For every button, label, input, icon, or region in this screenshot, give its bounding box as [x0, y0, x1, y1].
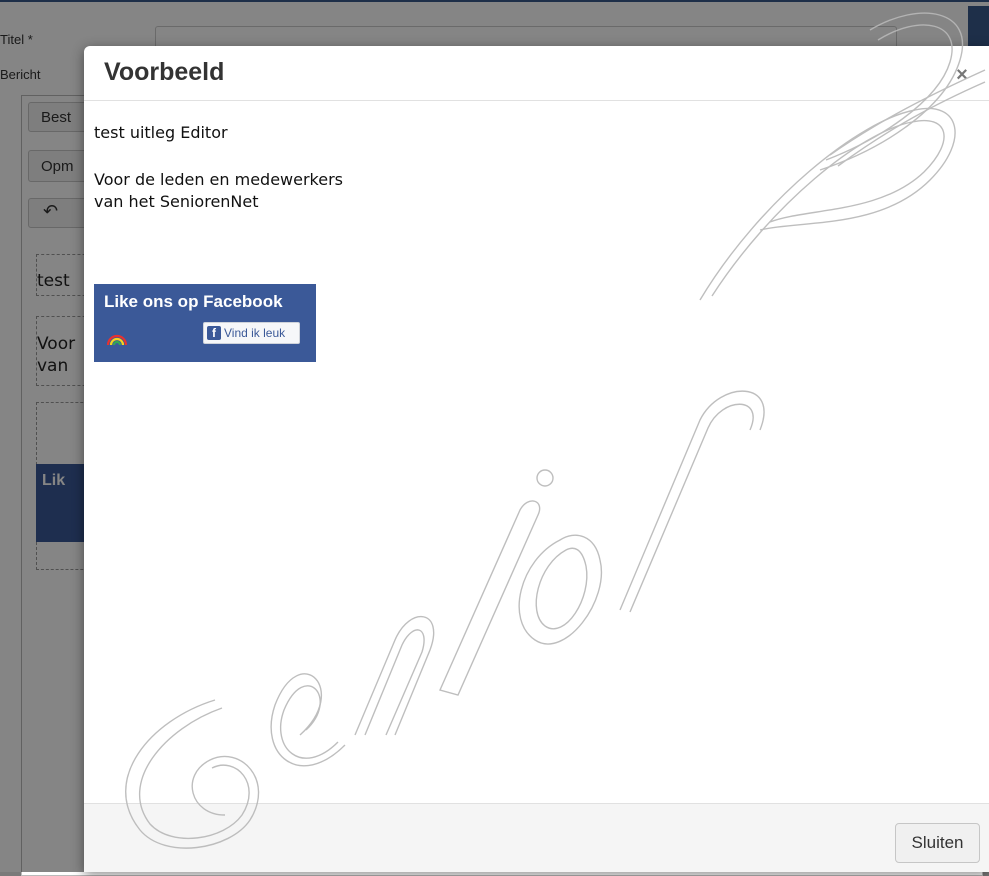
facebook-banner-title: Like ons op Facebook: [104, 292, 283, 311]
dialog-body: test uitleg Editor Voor de leden en mede…: [84, 101, 989, 803]
facebook-like-button[interactable]: f Vind ik leuk: [203, 322, 300, 344]
facebook-icon: f: [207, 326, 221, 340]
preview-dialog: Voorbeeld × test uitleg Editor Voor de l…: [84, 46, 989, 872]
preview-paragraph-2-line1: Voor de leden en medewerkers: [94, 170, 344, 189]
facebook-banner[interactable]: Like ons op Facebook f Vind ik leuk: [94, 284, 316, 362]
close-button[interactable]: Sluiten: [895, 823, 980, 863]
preview-paragraph-2-line2: van het SeniorenNet: [94, 192, 259, 211]
preview-paragraph-1: test uitleg Editor: [94, 123, 228, 142]
close-icon[interactable]: ×: [951, 62, 973, 88]
preview-paragraph-2: Voor de leden en medewerkers van het Sen…: [94, 169, 343, 213]
dialog-header: Voorbeeld ×: [84, 46, 989, 101]
seniorennet-logo-icon: [106, 334, 128, 346]
dialog-title: Voorbeeld: [104, 58, 225, 86]
facebook-like-label: Vind ik leuk: [224, 326, 286, 340]
dialog-footer: Sluiten: [84, 803, 989, 872]
